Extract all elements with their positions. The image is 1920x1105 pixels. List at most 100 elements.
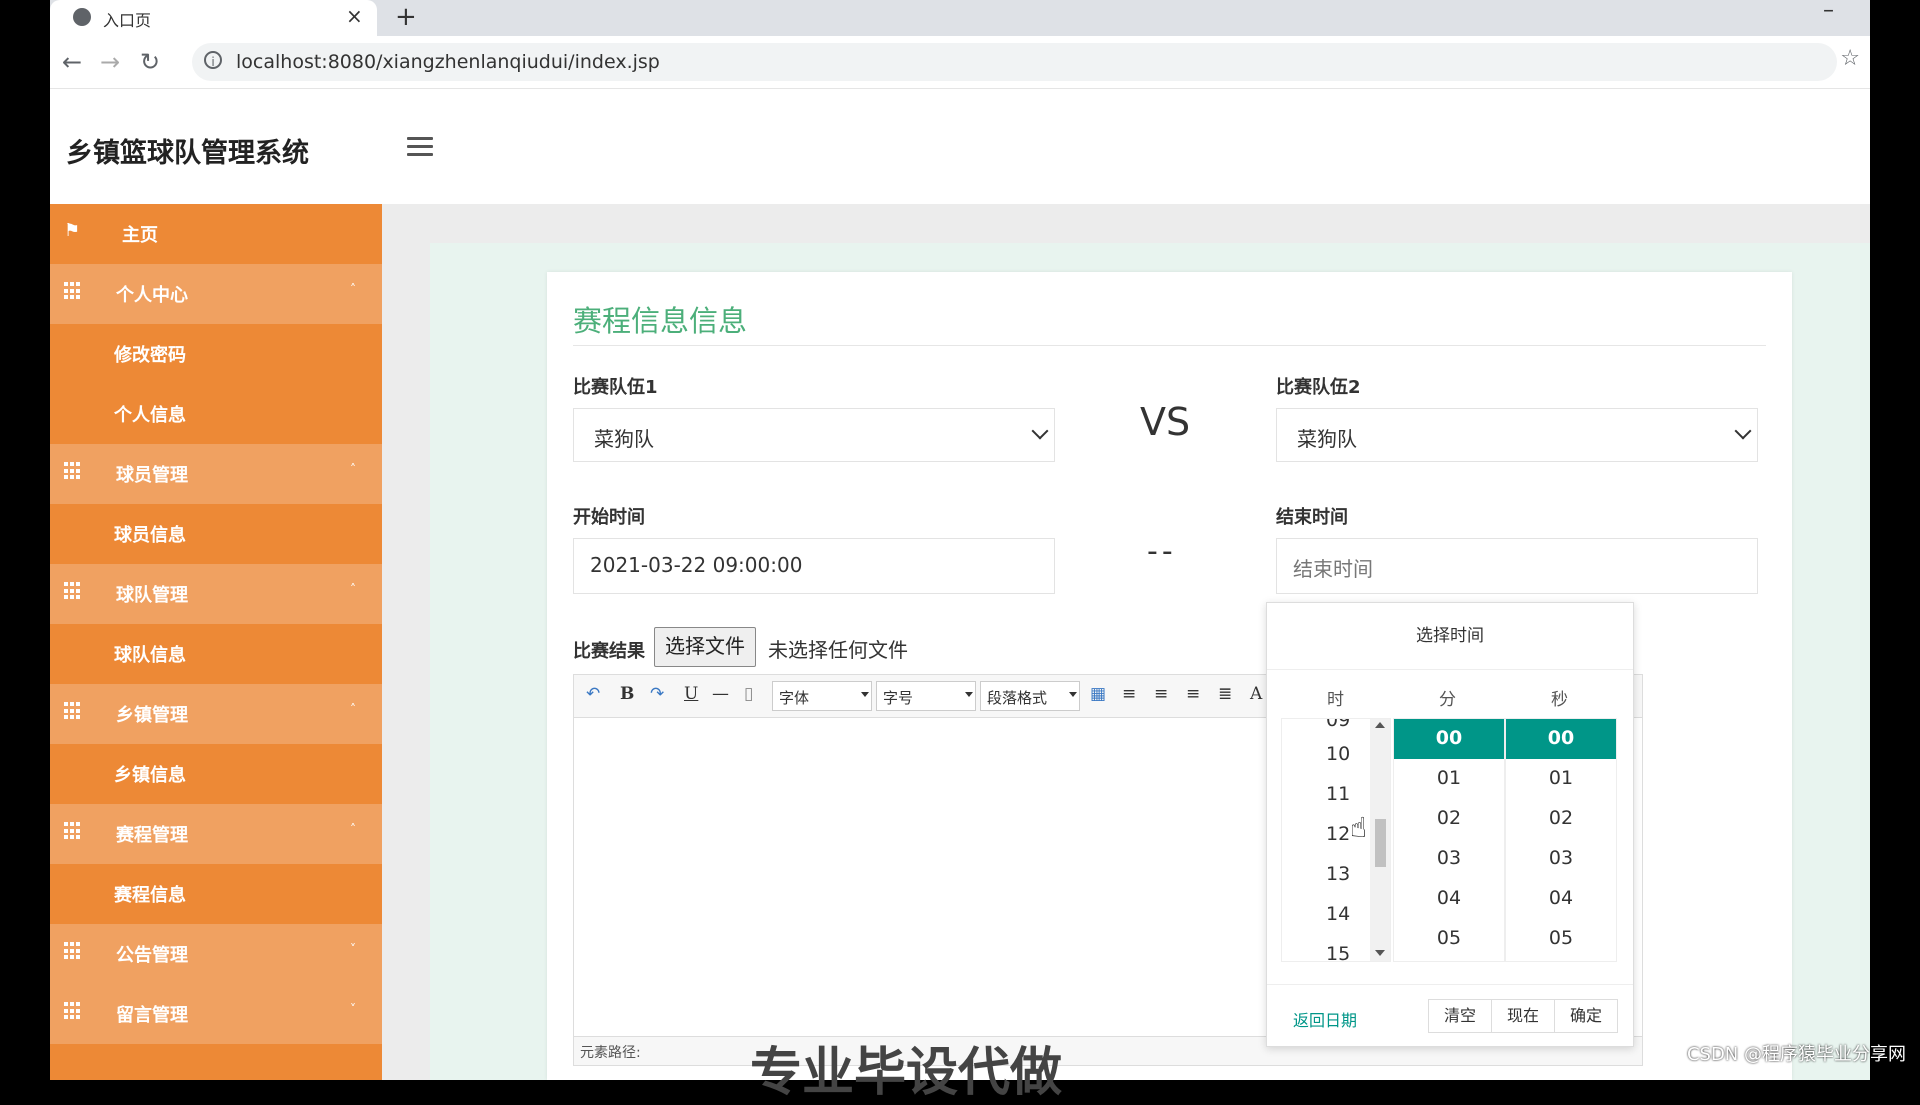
tab-close-icon[interactable]: × — [346, 4, 363, 28]
new-tab-icon[interactable]: + — [395, 2, 417, 32]
second-option[interactable]: 02 — [1506, 807, 1616, 829]
sidebar-group-label: 公告管理 — [116, 945, 188, 966]
minute-column-header: 分 — [1439, 690, 1456, 710]
sidebar-group-label: 球队管理 — [116, 585, 188, 606]
confirm-button[interactable]: 确定 — [1554, 999, 1618, 1033]
minute-list[interactable]: 00 01 02 03 04 05 — [1393, 718, 1505, 962]
choose-file-button[interactable]: 选择文件 — [654, 627, 756, 667]
hour-option[interactable]: 11 — [1326, 783, 1350, 805]
horizontal-rule-icon[interactable]: — — [712, 684, 729, 704]
font-color-icon[interactable]: A — [1250, 684, 1262, 704]
undo-icon[interactable]: ↶ — [586, 684, 600, 704]
grid-icon — [64, 1002, 82, 1020]
end-time-input[interactable]: 结束时间 — [1276, 538, 1758, 594]
align-center-icon[interactable]: ≡ — [1186, 684, 1200, 704]
font-family-select[interactable]: 字体 — [772, 681, 872, 711]
sidebar-item-schedule-info[interactable]: 赛程信息 — [50, 864, 382, 924]
csdn-watermark: CSDN @程序猿毕业分享网 — [1686, 1044, 1906, 1065]
justify-icon[interactable]: ≣ — [1218, 684, 1232, 704]
font-size-select[interactable]: 字号 — [876, 681, 976, 711]
table-icon[interactable]: ▦ — [1090, 684, 1106, 704]
sidebar-group-messages[interactable]: 留言管理 ˅ — [50, 984, 382, 1044]
chevron-up-icon: ˄ — [350, 702, 356, 716]
minute-option[interactable]: 05 — [1394, 927, 1504, 949]
hour-option[interactable]: 13 — [1326, 863, 1350, 885]
grid-icon — [64, 282, 82, 300]
browser-tab[interactable]: 入口页 × — [50, 0, 377, 36]
result-label: 比赛结果 — [573, 641, 645, 662]
start-time-value: 2021-03-22 09:00:00 — [590, 553, 803, 577]
sidebar-group-towns[interactable]: 乡镇管理 ˄ — [50, 684, 382, 744]
sidebar-item-personal-info[interactable]: 个人信息 — [50, 384, 382, 444]
redo-icon[interactable]: ↷ — [650, 684, 664, 704]
hamburger-menu-icon[interactable] — [407, 137, 433, 156]
second-option[interactable]: 03 — [1506, 847, 1616, 869]
sidebar-group-announcements[interactable]: 公告管理 ˅ — [50, 924, 382, 984]
minute-option[interactable]: 00 — [1394, 727, 1504, 749]
hour-list[interactable]: 09 10 11 12 13 14 15 — [1281, 718, 1391, 962]
chevron-down-icon — [1031, 422, 1049, 440]
underline-icon[interactable]: U — [684, 684, 698, 704]
bold-icon[interactable]: B — [620, 684, 634, 704]
hour-column-header: 时 — [1327, 690, 1344, 710]
minute-option[interactable]: 03 — [1394, 847, 1504, 869]
minute-option[interactable]: 01 — [1394, 767, 1504, 789]
caret-down-icon — [965, 692, 973, 697]
minute-option[interactable]: 04 — [1394, 887, 1504, 909]
chevron-down-icon: ˅ — [350, 942, 356, 956]
second-list[interactable]: 00 01 02 03 04 05 — [1505, 718, 1617, 962]
sidebar-group-label: 留言管理 — [116, 1005, 188, 1026]
clear-button[interactable]: 清空 — [1428, 999, 1492, 1033]
grid-icon — [64, 462, 82, 480]
hour-scrollbar[interactable] — [1370, 719, 1390, 961]
scroll-down-icon[interactable] — [1375, 950, 1385, 956]
sidebar-group-personal[interactable]: 个人中心 ˄ — [50, 264, 382, 324]
team2-select[interactable]: 菜狗队 — [1276, 408, 1758, 462]
scroll-up-icon[interactable] — [1375, 722, 1385, 728]
start-time-input[interactable]: 2021-03-22 09:00:00 — [573, 538, 1055, 594]
align-left-icon[interactable]: ≡ — [1122, 684, 1136, 704]
second-option[interactable]: 05 — [1506, 927, 1616, 949]
sidebar-group-label: 球员管理 — [116, 465, 188, 486]
forward-icon[interactable]: → — [100, 48, 120, 76]
sidebar-group-players[interactable]: 球员管理 ˄ — [50, 444, 382, 504]
sidebar-group-teams[interactable]: 球队管理 ˄ — [50, 564, 382, 624]
sidebar-item-player-info[interactable]: 球员信息 — [50, 504, 382, 564]
reload-icon[interactable]: ↻ — [140, 48, 160, 76]
hour-option[interactable]: 15 — [1326, 943, 1350, 961]
second-option[interactable]: 01 — [1506, 767, 1616, 789]
start-time-label: 开始时间 — [573, 507, 645, 528]
back-to-date-link[interactable]: 返回日期 — [1293, 1007, 1357, 1031]
back-icon[interactable]: ← — [62, 48, 82, 76]
align-right-icon[interactable]: ≡ — [1154, 684, 1168, 704]
sidebar-group-schedule[interactable]: 赛程管理 ˄ — [50, 804, 382, 864]
site-info-icon[interactable]: i — [204, 51, 222, 69]
minute-option[interactable]: 02 — [1394, 807, 1504, 829]
watermark-text: 专业毕设代做 — [750, 1043, 1063, 1103]
second-option[interactable]: 04 — [1506, 887, 1616, 909]
url-bar[interactable]: i localhost:8080/xiangzhenlanqiudui/inde… — [192, 43, 1837, 81]
app-header: 乡镇篮球队管理系统 — [50, 89, 1870, 204]
chevron-up-icon: ˄ — [350, 282, 356, 296]
hour-option[interactable]: 10 — [1326, 743, 1350, 765]
now-button[interactable]: 现在 — [1491, 999, 1555, 1033]
sidebar-item-change-password[interactable]: 修改密码 — [50, 324, 382, 384]
sidebar-item-home[interactable]: ⚑ 主页 — [50, 204, 382, 264]
caret-down-icon — [1069, 692, 1077, 697]
sidebar-group-label: 赛程管理 — [116, 825, 188, 846]
sidebar-item-label: 个人信息 — [114, 405, 186, 426]
sidebar-item-team-info[interactable]: 球队信息 — [50, 624, 382, 684]
hour-option[interactable]: 14 — [1326, 903, 1350, 925]
bookmark-star-icon[interactable]: ☆ — [1840, 46, 1860, 71]
page-icon[interactable]: ▯ — [744, 684, 753, 704]
hour-option[interactable]: 09 — [1326, 719, 1350, 731]
second-option[interactable]: 00 — [1506, 727, 1616, 749]
hour-option[interactable]: 12 — [1326, 823, 1350, 845]
team1-select[interactable]: 菜狗队 — [573, 408, 1055, 462]
sidebar-item-town-info[interactable]: 乡镇信息 — [50, 744, 382, 804]
paragraph-format-label: 段落格式 — [987, 689, 1048, 707]
scroll-thumb[interactable] — [1375, 819, 1386, 867]
paragraph-format-select[interactable]: 段落格式 — [980, 681, 1080, 711]
minimize-icon[interactable]: – — [1823, 0, 1834, 23]
url-text[interactable]: localhost:8080/xiangzhenlanqiudui/index.… — [236, 51, 660, 73]
